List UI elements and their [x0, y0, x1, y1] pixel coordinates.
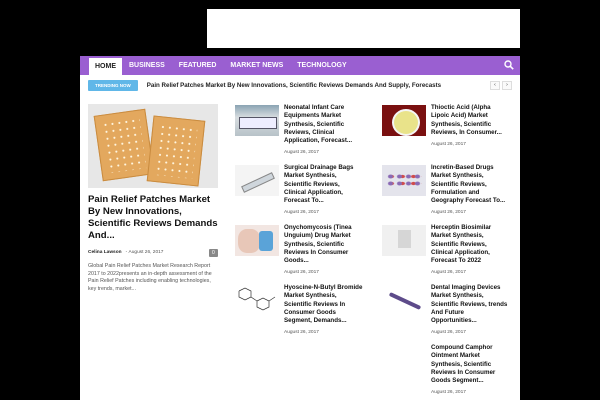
- list-item: Compound Camphor Ointment Market Synthes…: [382, 344, 510, 400]
- list-item: Herceptin Biosimilar Market Synthesis, S…: [382, 224, 510, 284]
- featured-date: August 26, 2017: [128, 250, 164, 256]
- next-arrow-icon[interactable]: ›: [502, 80, 512, 90]
- post-thumbnail[interactable]: [235, 105, 279, 136]
- trending-bar: TRENDING NOW Pain Relief Patches Market …: [80, 75, 520, 95]
- search-icon[interactable]: [504, 60, 514, 70]
- post-title[interactable]: Hyoscine-N-Butyl Bromide Market Synthesi…: [284, 284, 363, 325]
- post-date: August 26, 2017: [284, 270, 319, 276]
- post-date: August 26, 2017: [431, 390, 466, 396]
- post-title[interactable]: Onychomycosis (Tinea Unguium) Drug Marke…: [284, 224, 363, 265]
- post-thumbnail[interactable]: [382, 165, 426, 196]
- featured-meta: Celina Lawson - August 26, 2017: [88, 248, 218, 257]
- post-date: August 26, 2017: [431, 142, 466, 148]
- trending-headline[interactable]: Pain Relief Patches Market By New Innova…: [147, 82, 490, 89]
- post-thumbnail[interactable]: [382, 225, 426, 256]
- trending-arrows: ‹ ›: [490, 80, 512, 90]
- post-date: August 26, 2017: [431, 210, 466, 216]
- featured-post: Pain Relief Patches Market By New Innova…: [88, 104, 218, 294]
- comment-count-icon[interactable]: [209, 248, 218, 257]
- list-item: Hyoscine-N-Butyl Bromide Market Synthesi…: [235, 284, 363, 344]
- post-title[interactable]: Incretin-Based Drugs Market Synthesis, S…: [431, 164, 510, 205]
- list-item: Dental Imaging Devices Market Synthesis,…: [382, 284, 510, 344]
- featured-excerpt: Global Pain Relief Patches Market Resear…: [88, 262, 212, 293]
- prev-arrow-icon[interactable]: ‹: [490, 80, 500, 90]
- post-title[interactable]: Neonatal Infant Care Equipments Market S…: [284, 104, 363, 145]
- trending-badge: TRENDING NOW: [88, 79, 138, 91]
- list-item: Surgical Drainage Bags Market Synthesis,…: [235, 164, 363, 224]
- post-date: August 26, 2017: [284, 210, 319, 216]
- post-date: August 26, 2017: [284, 150, 319, 156]
- post-title[interactable]: Herceptin Biosimilar Market Synthesis, S…: [431, 224, 510, 265]
- featured-title[interactable]: Pain Relief Patches Market By New Innova…: [88, 194, 218, 242]
- post-title[interactable]: Compound Camphor Ointment Market Synthes…: [431, 344, 510, 385]
- post-title[interactable]: Surgical Drainage Bags Market Synthesis,…: [284, 164, 363, 205]
- post-thumbnail[interactable]: [382, 105, 426, 136]
- post-title[interactable]: Thioctic Acid (Alpha Lipoic Acid) Market…: [431, 104, 510, 137]
- nav-market-news[interactable]: MARKET NEWS: [223, 56, 290, 75]
- list-item: Neonatal Infant Care Equipments Market S…: [235, 104, 363, 164]
- post-date: August 26, 2017: [431, 270, 466, 276]
- main-nav: HOME BUSINESS FEATURED MARKET NEWS TECHN…: [80, 56, 520, 75]
- post-thumbnail[interactable]: [235, 225, 279, 256]
- nav-featured[interactable]: FEATURED: [172, 56, 224, 75]
- featured-image[interactable]: [88, 104, 218, 188]
- nav-business[interactable]: BUSINESS: [122, 56, 172, 75]
- list-item: Onychomycosis (Tinea Unguium) Drug Marke…: [235, 224, 363, 284]
- nav-home[interactable]: HOME: [89, 58, 122, 75]
- post-date: August 26, 2017: [284, 330, 319, 336]
- post-list-right: Thioctic Acid (Alpha Lipoic Acid) Market…: [382, 104, 510, 400]
- list-item: Incretin-Based Drugs Market Synthesis, S…: [382, 164, 510, 224]
- featured-author[interactable]: Celina Lawson: [88, 250, 122, 255]
- page-container: HOME BUSINESS FEATURED MARKET NEWS TECHN…: [80, 56, 520, 400]
- post-title[interactable]: Dental Imaging Devices Market Synthesis,…: [431, 284, 510, 325]
- list-item: Thioctic Acid (Alpha Lipoic Acid) Market…: [382, 104, 510, 164]
- post-date: August 26, 2017: [431, 330, 466, 336]
- nav-technology[interactable]: TECHNOLOGY: [290, 56, 353, 75]
- post-thumbnail[interactable]: [382, 285, 426, 316]
- top-ad-banner[interactable]: [207, 9, 520, 48]
- post-list-left: Neonatal Infant Care Equipments Market S…: [235, 104, 363, 344]
- post-thumbnail[interactable]: [235, 285, 279, 316]
- post-thumbnail[interactable]: [235, 165, 279, 196]
